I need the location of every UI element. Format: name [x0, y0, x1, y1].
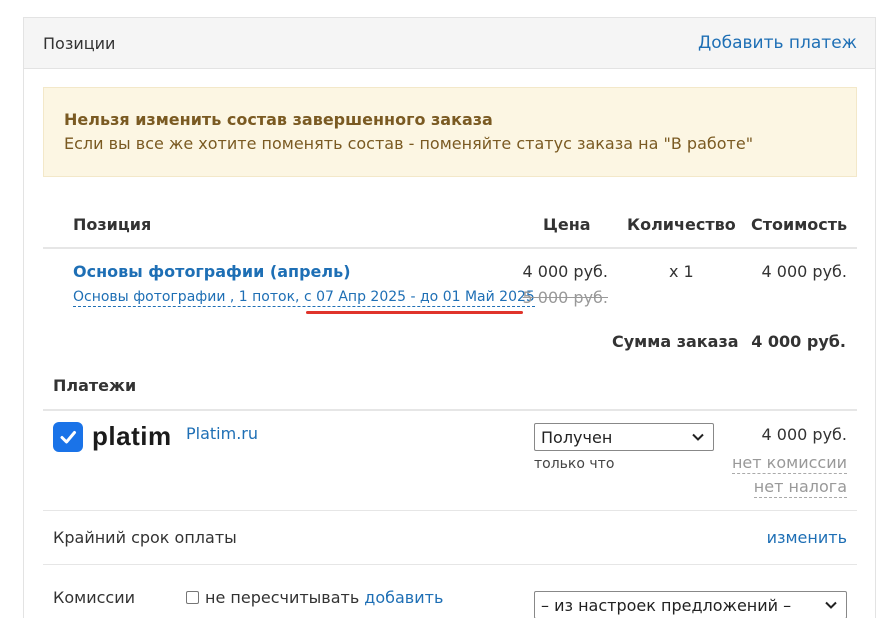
column-quantity: Количество	[627, 215, 736, 234]
item-quantity: x 1	[669, 262, 694, 281]
panel-title: Позиции	[43, 33, 116, 53]
payments-title: Платежи	[53, 376, 137, 395]
logo-text: platim	[92, 421, 172, 451]
panel-header: Позиции Добавить платеж	[24, 18, 875, 69]
payment-amount: 4 000 руб.	[761, 425, 847, 444]
alert-title: Нельзя изменить состав завершенного зака…	[64, 110, 493, 129]
payment-status-value: Получен	[541, 427, 613, 447]
checkbox-icon[interactable]	[186, 591, 199, 604]
total-value: 4 000 руб.	[751, 332, 846, 351]
fees-row: Комиссии не пересчитывать добавить – из …	[43, 565, 857, 618]
payment-status-select[interactable]: Получен	[534, 423, 714, 451]
table-row: Основы фотографии (апрель) Основы фотогр…	[43, 262, 857, 322]
positions-panel: Позиции Добавить платеж Нельзя изменить …	[23, 17, 876, 618]
payment-time: только что	[534, 456, 615, 472]
fees-select-value: – из настроек предложений –	[541, 595, 792, 615]
column-cost: Стоимость	[751, 215, 848, 234]
payment-row: platim Platim.ru Получен только что 4 00…	[43, 409, 857, 511]
fees-label: Комиссии	[53, 588, 136, 607]
deadline-change-link[interactable]: изменить	[767, 528, 847, 547]
chevron-down-icon	[824, 597, 840, 613]
item-old-price: 5 000 руб.	[522, 288, 608, 307]
fees-checkbox-label[interactable]: не пересчитывать	[205, 588, 359, 607]
column-position: Позиция	[73, 215, 152, 234]
item-subtitle-link[interactable]: Основы фотографии , 1 поток, с 07 Апр 20…	[73, 288, 535, 307]
platim-logo: platim	[53, 421, 172, 452]
checkmark-icon	[53, 421, 83, 452]
table-header: Позиция Цена Количество Стоимость	[43, 206, 857, 249]
item-title-link[interactable]: Основы фотографии (апрель)	[73, 262, 351, 281]
fees-select[interactable]: – из настроек предложений –	[534, 591, 847, 618]
item-price: 4 000 руб.	[522, 262, 608, 281]
payment-tax-link[interactable]: нет налога	[753, 477, 847, 498]
provider-link[interactable]: Platim.ru	[186, 424, 258, 443]
total-label: Сумма заказа	[612, 332, 739, 351]
chevron-down-icon	[691, 429, 707, 445]
deadline-label: Крайний срок оплаты	[53, 528, 237, 547]
highlight-underline	[306, 311, 523, 314]
add-payment-link[interactable]: Добавить платеж	[698, 33, 857, 53]
column-price: Цена	[543, 215, 591, 234]
item-cost: 4 000 руб.	[761, 262, 847, 281]
warning-alert: Нельзя изменить состав завершенного зака…	[43, 87, 857, 177]
deadline-row: Крайний срок оплаты изменить	[43, 511, 857, 565]
fees-add-link[interactable]: добавить	[364, 588, 443, 607]
payment-fee-link[interactable]: нет комиссии	[731, 453, 847, 474]
fees-checkbox-group: не пересчитывать добавить	[186, 588, 443, 607]
alert-text: Если вы все же хотите поменять состав - …	[64, 134, 754, 153]
